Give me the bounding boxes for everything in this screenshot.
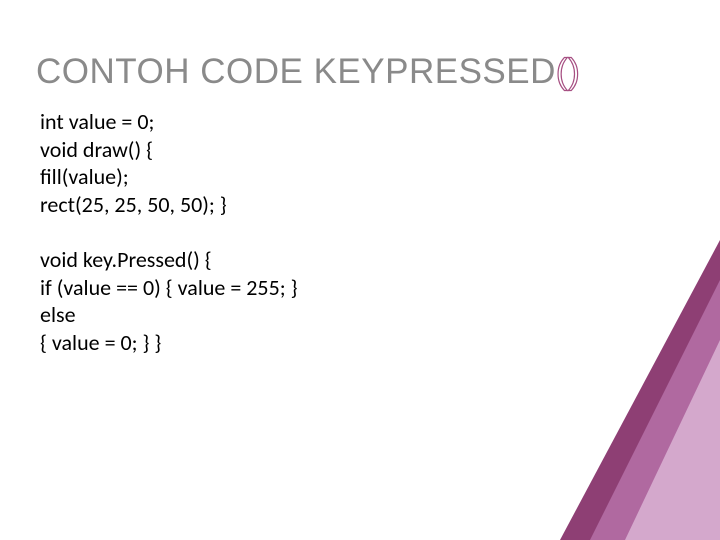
code-block-1: int value = 0; void draw() { fill(value)… (40, 108, 227, 218)
corner-decoration (560, 240, 720, 540)
triangle-light (625, 340, 720, 540)
code-block-2: void key.Pressed() { if (value == 0) { v… (40, 246, 298, 356)
title-text: CONTOH CODE KEYPRESSED (36, 52, 556, 91)
slide-title: CONTOH CODE KEYPRESSED() (36, 52, 580, 92)
slide: CONTOH CODE KEYPRESSED() int value = 0; … (0, 0, 720, 540)
title-paren-close: ) (568, 52, 580, 91)
title-paren-open: ( (556, 52, 568, 91)
